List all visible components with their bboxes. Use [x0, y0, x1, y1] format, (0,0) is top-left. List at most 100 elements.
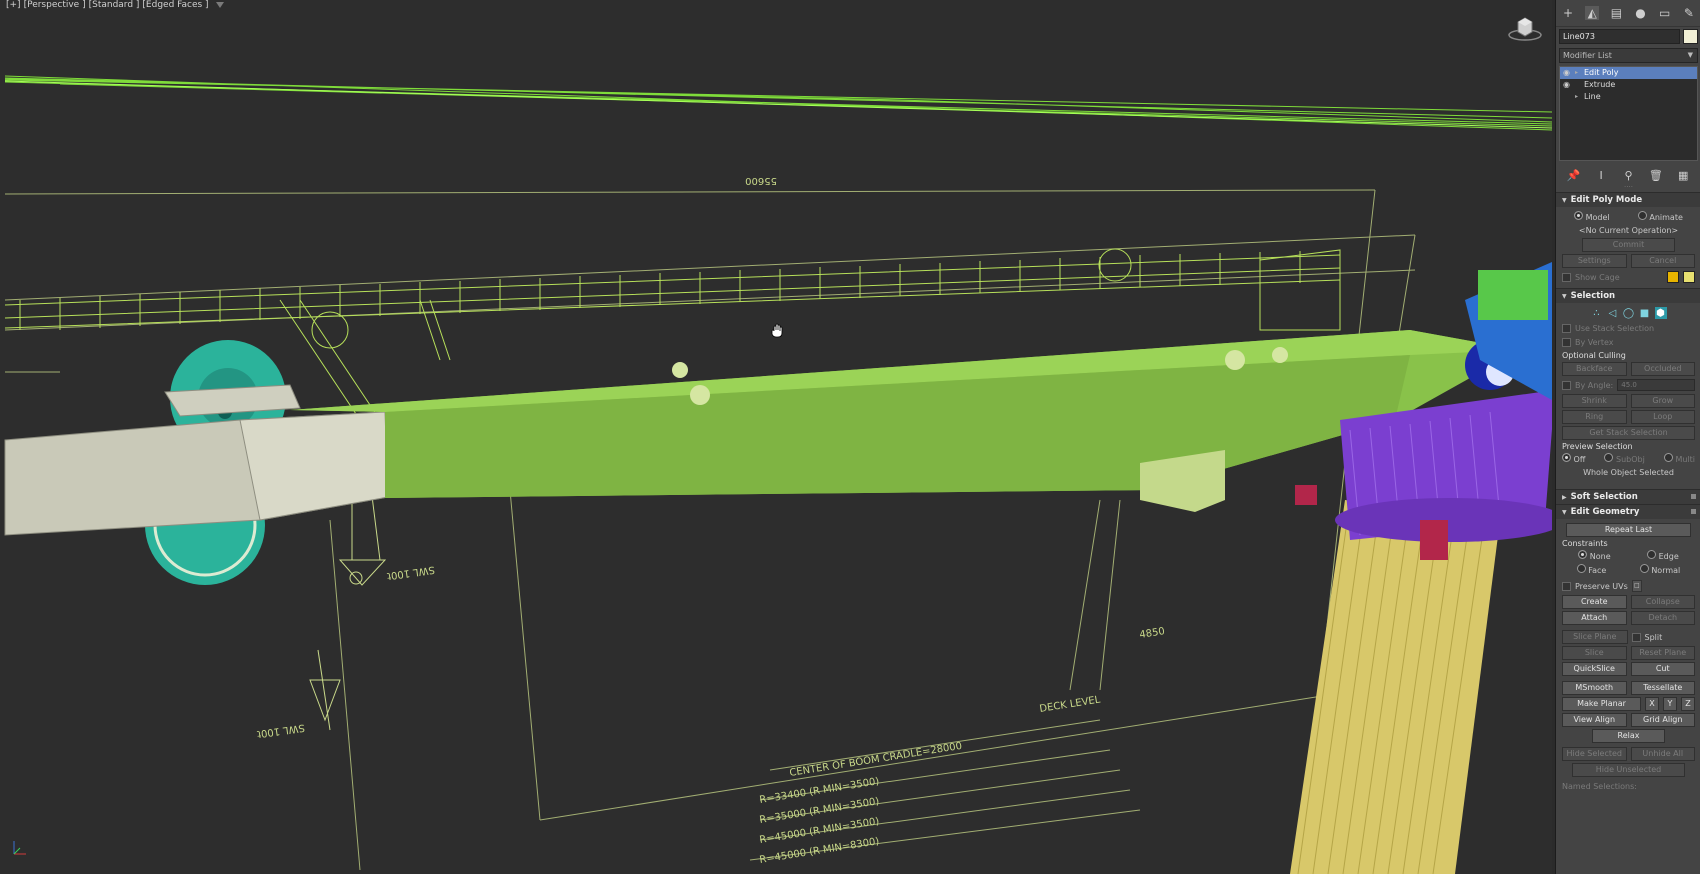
utilities-tab-icon[interactable]: ✎ [1682, 6, 1696, 20]
attach-button[interactable]: Attach [1562, 611, 1627, 625]
preview-off-label: Off [1573, 454, 1586, 464]
perspective-viewport[interactable]: 55600 SWL 100t SWL 100t CENTER OF BOOM C… [0, 0, 1552, 874]
planar-y-button[interactable]: Y [1663, 697, 1677, 711]
hierarchy-tab-icon[interactable]: ▤ [1609, 6, 1623, 20]
polygon-mode-icon[interactable]: ■ [1639, 307, 1651, 319]
stack-item-extrude[interactable]: ◉ Extrude [1560, 79, 1697, 91]
eye-icon[interactable]: ◉ [1563, 67, 1572, 79]
slice-plane-button[interactable]: Slice Plane [1562, 630, 1628, 644]
make-planar-button[interactable]: Make Planar [1562, 697, 1641, 711]
edit-poly-mode-rollout-header[interactable]: ▼ Edit Poly Mode [1556, 192, 1700, 207]
occluded-button[interactable]: Occluded [1630, 362, 1695, 376]
detach-button[interactable]: Detach [1630, 611, 1695, 625]
filter-icon[interactable] [215, 1, 224, 8]
viewport-menu-shading[interactable]: [Standard ] [89, 0, 140, 10]
command-panel-tabs: + ◭ ▤ ● ▭ ✎ [1556, 0, 1700, 27]
preview-subobj-radio[interactable] [1604, 452, 1614, 462]
show-cage-checkbox[interactable] [1562, 272, 1571, 282]
main-boom [290, 330, 1520, 512]
preserve-uvs-checkbox[interactable] [1562, 581, 1571, 591]
preview-selection-label: Preview Selection [1562, 442, 1633, 451]
msmooth-button[interactable]: MSmooth [1562, 681, 1627, 695]
splitter-grip[interactable]: ···· [1556, 184, 1700, 192]
vertex-mode-icon[interactable]: ∴ [1591, 307, 1603, 319]
edit-geometry-rollout-header[interactable]: ▼ Edit Geometry [1556, 504, 1700, 519]
viewport-label: [+] [Perspective ] [Standard ] [Edged Faces… [6, 0, 224, 10]
cage-color-swatch-1[interactable] [1667, 271, 1679, 283]
ring-button[interactable]: Ring [1562, 410, 1627, 424]
hide-selected-button[interactable]: Hide Selected [1562, 747, 1627, 761]
split-checkbox[interactable] [1631, 632, 1641, 642]
object-color-swatch[interactable] [1683, 29, 1698, 44]
scene-render[interactable]: 55600 SWL 100t SWL 100t CENTER OF BOOM C… [0, 0, 1552, 874]
tessellate-button[interactable]: Tessellate [1630, 681, 1695, 695]
planar-z-button[interactable]: Z [1681, 697, 1695, 711]
expand-triangle-icon[interactable]: ▸ [1575, 91, 1581, 103]
relax-button[interactable]: Relax [1592, 729, 1665, 743]
quickslice-button[interactable]: QuickSlice [1562, 662, 1627, 676]
show-end-result-icon[interactable]: Ι [1595, 169, 1607, 182]
model-radio[interactable] [1574, 210, 1584, 220]
modifier-list-label: Modifier List [1563, 51, 1612, 60]
slice-button[interactable]: Slice [1562, 646, 1627, 660]
by-vertex-checkbox[interactable] [1562, 337, 1571, 347]
preview-off-radio[interactable] [1562, 452, 1571, 462]
use-stack-selection-checkbox[interactable] [1562, 323, 1571, 333]
shrink-button[interactable]: Shrink [1562, 394, 1627, 408]
swl-left-text: SWL 100t [386, 564, 435, 582]
backface-button[interactable]: Backface [1562, 362, 1627, 376]
grow-button[interactable]: Grow [1630, 394, 1695, 408]
stack-item-line[interactable]: ▸ Line [1560, 91, 1697, 103]
reset-plane-button[interactable]: Reset Plane [1630, 646, 1695, 660]
commit-button[interactable]: Commit [1582, 238, 1675, 252]
border-mode-icon[interactable]: ◯ [1623, 307, 1635, 319]
expand-triangle-icon[interactable]: ▸ [1575, 67, 1581, 79]
preview-multi-label: Multi [1675, 454, 1695, 464]
soft-selection-rollout-header[interactable]: ▶ Soft Selection [1556, 489, 1700, 504]
eye-icon[interactable]: ◉ [1563, 79, 1572, 91]
selection-rollout-header[interactable]: ▼ Selection [1556, 288, 1700, 303]
element-mode-icon[interactable]: ⬢ [1654, 307, 1667, 319]
animate-radio[interactable] [1637, 210, 1647, 220]
modify-tab-icon[interactable]: ◭ [1585, 6, 1600, 20]
pin-stack-icon[interactable]: 📌 [1567, 169, 1581, 182]
cancel-button[interactable]: Cancel [1630, 254, 1695, 268]
get-stack-selection-button[interactable]: Get Stack Selection [1562, 426, 1695, 440]
loop-button[interactable]: Loop [1630, 410, 1695, 424]
object-name-field[interactable]: Line073 [1559, 29, 1680, 44]
viewport-menu-display[interactable]: [Edged Faces ] [142, 0, 208, 10]
by-angle-spinner[interactable]: 45.0 [1617, 379, 1695, 391]
viewport-menu-plus[interactable]: [+] [6, 0, 21, 10]
preview-multi-radio[interactable] [1663, 452, 1673, 462]
repeat-last-button[interactable]: Repeat Last [1566, 523, 1691, 537]
unhide-all-button[interactable]: Unhide All [1630, 747, 1695, 761]
constraint-none-radio[interactable] [1578, 549, 1588, 559]
show-cage-label: Show Cage [1575, 272, 1620, 282]
planar-x-button[interactable]: X [1645, 697, 1659, 711]
cage-color-swatch-2[interactable] [1683, 271, 1695, 283]
configure-sets-icon[interactable]: ▦ [1677, 169, 1689, 182]
collapse-button[interactable]: Collapse [1630, 595, 1695, 609]
constraint-face-radio[interactable] [1576, 563, 1586, 573]
make-unique-icon[interactable]: ⚲ [1622, 169, 1634, 182]
create-tab-icon[interactable]: + [1561, 6, 1575, 20]
modifier-list-dropdown[interactable]: Modifier List ▼ [1559, 48, 1698, 63]
viewport-menu-view[interactable]: [Perspective ] [24, 0, 86, 10]
level-text: DECK LEVEL [1039, 694, 1102, 715]
motion-tab-icon[interactable]: ● [1634, 6, 1648, 20]
constraint-normal-radio[interactable] [1639, 563, 1649, 573]
settings-button[interactable]: Settings [1562, 254, 1627, 268]
view-align-button[interactable]: View Align [1562, 713, 1627, 727]
create-button[interactable]: Create [1562, 595, 1627, 609]
preserve-uvs-settings-button[interactable]: □ [1631, 580, 1642, 592]
remove-modifier-icon[interactable]: 🗑 [1649, 169, 1663, 182]
display-tab-icon[interactable]: ▭ [1658, 6, 1672, 20]
cut-button[interactable]: Cut [1630, 662, 1695, 676]
by-angle-checkbox[interactable] [1562, 380, 1571, 390]
grid-align-button[interactable]: Grid Align [1630, 713, 1695, 727]
edge-mode-icon[interactable]: ◁ [1607, 307, 1619, 319]
stack-item-edit-poly[interactable]: ◉ ▸ Edit Poly [1560, 67, 1697, 79]
constraint-edge-radio[interactable] [1647, 549, 1657, 559]
hide-unselected-button[interactable]: Hide Unselected [1572, 763, 1685, 777]
viewcube-icon[interactable] [1508, 14, 1542, 42]
